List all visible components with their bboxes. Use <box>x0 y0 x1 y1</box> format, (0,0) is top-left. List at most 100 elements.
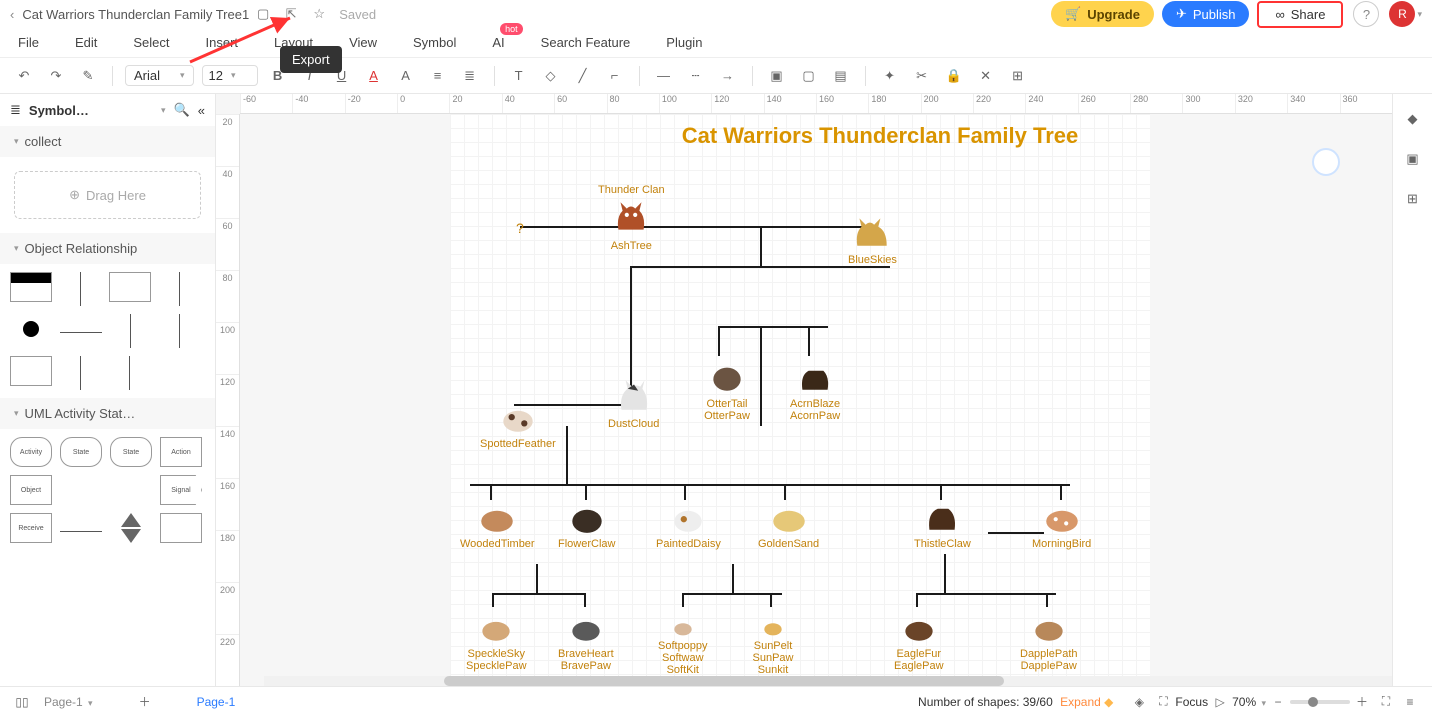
line-icon[interactable]: ╱ <box>571 64 595 88</box>
shape-state[interactable]: State <box>60 437 102 467</box>
node-dustcloud[interactable]: DustCloud <box>608 374 659 430</box>
star-icon[interactable]: ☆ <box>305 6 333 22</box>
floating-handle[interactable] <box>1312 148 1340 176</box>
connector-icon[interactable]: ⌐ <box>603 64 627 88</box>
grid-icon[interactable]: ⊞ <box>1402 188 1424 210</box>
node-painteddaisy[interactable]: PaintedDaisy <box>656 494 721 550</box>
section-collect[interactable]: ▾collect <box>0 126 215 157</box>
shape-box[interactable] <box>109 272 151 302</box>
node-softpoppy[interactable]: SoftpoppySoftwawSoftKit <box>658 612 708 676</box>
menu-select[interactable]: Select <box>133 35 169 50</box>
shape-line2[interactable] <box>60 531 102 532</box>
drag-zone[interactable]: ⊕ Drag Here <box>14 171 201 219</box>
layers-toggle-icon[interactable]: ◈ <box>1127 695 1151 709</box>
node-dapplepath[interactable]: DapplePathDapplePaw <box>1020 604 1078 672</box>
library-icon[interactable]: ≣ <box>10 102 21 118</box>
tools-icon[interactable]: ✕ <box>974 64 998 88</box>
section-uml[interactable]: ▾UML Activity Stat… <box>0 398 215 429</box>
shape-receive[interactable]: Receive <box>10 513 52 543</box>
img3-icon[interactable]: ▤ <box>829 64 853 88</box>
page-tab[interactable]: Page-1 <box>197 695 236 709</box>
menu-edit[interactable]: Edit <box>75 35 97 50</box>
shape-activity[interactable]: Activity <box>10 437 52 467</box>
shape-signal[interactable]: Signal <box>160 475 202 505</box>
fill-icon[interactable]: ◆ <box>1402 108 1424 130</box>
shape-divider[interactable] <box>80 272 81 306</box>
spacing-icon[interactable]: ≣ <box>458 64 482 88</box>
menu-plugin[interactable]: Plugin <box>666 35 702 50</box>
zoom-out-icon[interactable]: − <box>1266 695 1290 709</box>
linedash-icon[interactable]: ┄ <box>684 64 708 88</box>
node-question[interactable]: ? <box>516 220 524 236</box>
publish-button[interactable]: ✈ Publish <box>1162 1 1250 27</box>
presentation-icon[interactable]: ▷ <box>1208 695 1232 709</box>
highlight-icon[interactable]: A <box>394 64 418 88</box>
shape-v1[interactable] <box>130 314 131 348</box>
section-relationship[interactable]: ▾Object Relationship <box>0 233 215 264</box>
shape-v4[interactable] <box>129 356 130 390</box>
node-ottertail[interactable]: OtterTailOtterPaw <box>704 354 750 422</box>
share-button[interactable]: ∞ Share <box>1257 1 1343 28</box>
expand-link[interactable]: Expand <box>1060 695 1101 709</box>
node-sunpelt[interactable]: SunPeltSunPawSunkit <box>750 612 796 676</box>
shape-blank2[interactable] <box>110 475 152 505</box>
menu-file[interactable]: File <box>18 35 39 50</box>
shape-divider2[interactable] <box>179 272 180 306</box>
shape-split[interactable] <box>10 356 52 386</box>
node-thunderclan[interactable]: Thunder Clan AshTree <box>598 184 665 252</box>
format-painter-icon[interactable]: ✎ <box>76 64 100 88</box>
fontsize-select[interactable]: 12▾ <box>202 65 258 86</box>
zoom-slider[interactable] <box>1290 700 1350 704</box>
node-eaglefur[interactable]: EagleFurEaglePaw <box>894 604 944 672</box>
node-woodedtimber[interactable]: WoodedTimber <box>460 494 535 550</box>
img1-icon[interactable]: ▣ <box>765 64 789 88</box>
shape-dot[interactable] <box>10 314 52 344</box>
focus-icon[interactable]: ⛶ <box>1151 694 1175 709</box>
font-select[interactable]: Arial▾ <box>125 65 194 86</box>
shape-line[interactable] <box>60 332 102 333</box>
back-button[interactable]: ‹ <box>10 7 14 22</box>
zoom-value[interactable]: 70% ▾ <box>1232 695 1266 709</box>
shape-state2[interactable]: State <box>110 437 152 467</box>
pages-icon[interactable]: ▯▯ <box>10 695 34 709</box>
scrollbar-horizontal[interactable] <box>264 676 1392 686</box>
shape-blank[interactable] <box>60 475 102 505</box>
text-icon[interactable]: T <box>507 64 531 88</box>
arrow-icon[interactable]: → <box>716 64 740 88</box>
menu-view[interactable]: View <box>349 35 377 50</box>
lock-icon[interactable]: 🔒 <box>942 64 966 88</box>
page-label[interactable]: Page-1 ▾ <box>44 695 93 709</box>
shape-class[interactable] <box>10 272 52 302</box>
shape-v2[interactable] <box>179 314 180 348</box>
zoom-in-icon[interactable]: ＋ <box>1350 693 1374 710</box>
node-braveheart[interactable]: BraveHeartBravePaw <box>558 604 614 672</box>
shape-action[interactable]: Action <box>160 437 202 467</box>
help-icon[interactable]: ? <box>1353 1 1379 27</box>
sidebar-caret-icon[interactable]: ▾ <box>161 105 166 116</box>
crop-icon[interactable]: ✂ <box>910 64 934 88</box>
page[interactable]: Cat Warriors Thunderclan Family Tree <box>450 114 1150 686</box>
img2-icon[interactable]: ▢ <box>797 64 821 88</box>
shape-icon[interactable]: ◇ <box>539 64 563 88</box>
add-page-icon[interactable]: ＋ <box>133 693 157 710</box>
fontcolor-icon[interactable]: A <box>362 64 386 88</box>
node-flowerclaw[interactable]: FlowerClaw <box>558 494 615 550</box>
fit-icon[interactable]: ⛶ <box>1374 694 1398 709</box>
undo-icon[interactable]: ↶ <box>12 64 36 88</box>
focus-label[interactable]: Focus <box>1175 695 1208 709</box>
shape-object[interactable]: Object <box>10 475 52 505</box>
shape-square[interactable] <box>160 513 202 543</box>
node-morningbird[interactable]: MorningBird <box>1032 494 1091 550</box>
shape-hourglass[interactable] <box>110 513 152 543</box>
node-goldensand[interactable]: GoldenSand <box>758 494 819 550</box>
node-blueskies[interactable]: BlueSkies <box>848 210 897 266</box>
avatar-caret-icon[interactable]: ▾ <box>1417 9 1422 20</box>
layout-icon[interactable]: ⊞ <box>1006 64 1030 88</box>
canvas-area[interactable]: -60-40-200204060801001201401601802002202… <box>216 94 1392 686</box>
node-spottedfeather[interactable]: SpottedFeather <box>480 394 556 450</box>
layers-icon[interactable]: ▣ <box>1402 148 1424 170</box>
effects-icon[interactable]: ✦ <box>878 64 902 88</box>
node-thistleclaw[interactable]: ThistleClaw <box>914 494 971 550</box>
node-specklesky[interactable]: SpeckleSkySpecklePaw <box>466 604 527 672</box>
redo-icon[interactable]: ↷ <box>44 64 68 88</box>
